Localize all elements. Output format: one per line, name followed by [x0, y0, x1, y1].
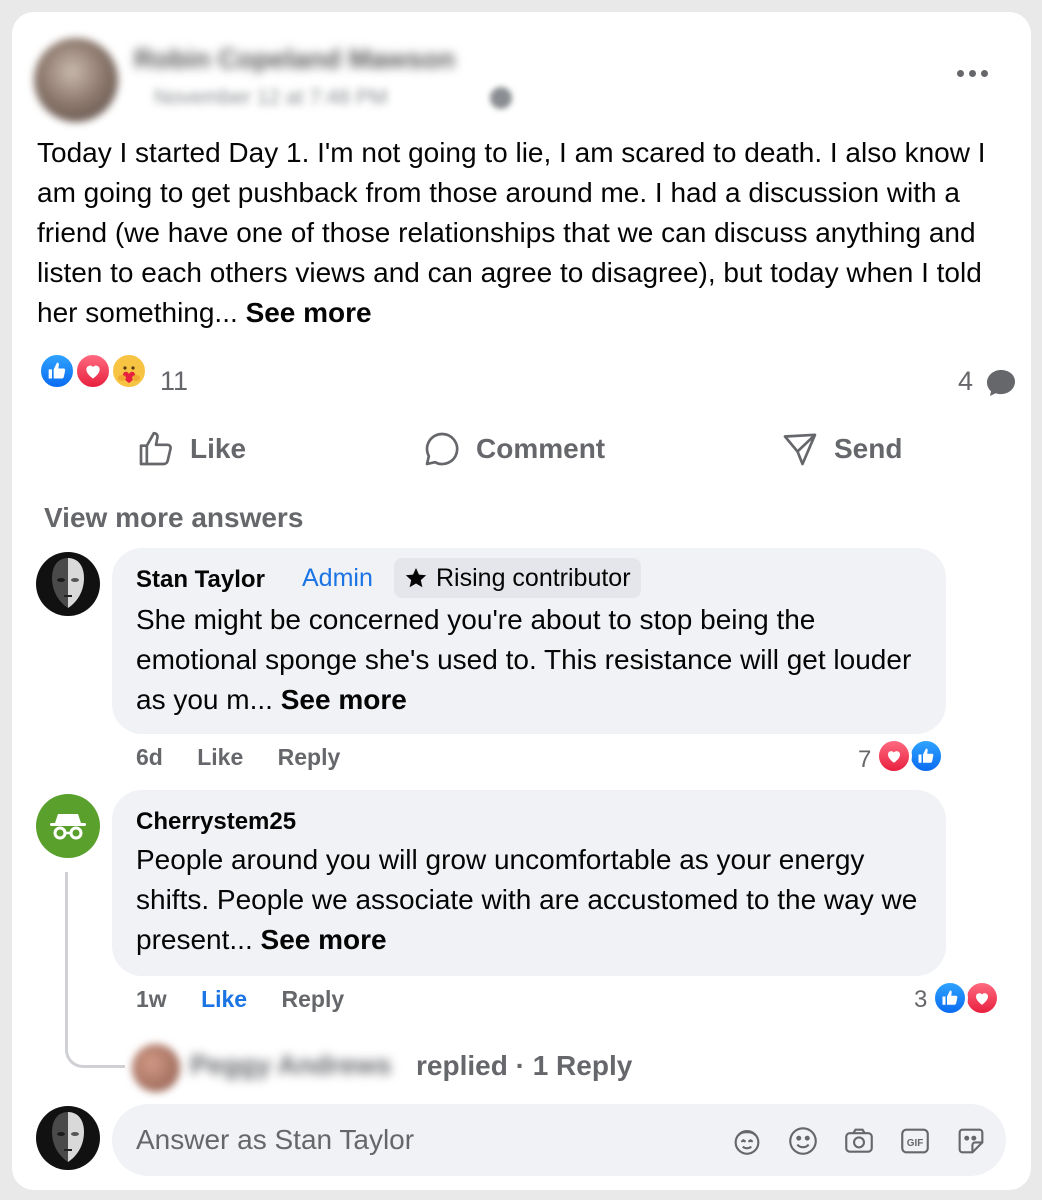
answer-input[interactable] — [136, 1104, 696, 1176]
comment-button-label: Comment — [476, 433, 606, 464]
post-text: Today I started Day 1. I'm not going to … — [37, 133, 1012, 333]
post-body: Today I started Day 1. I'm not going to … — [37, 137, 986, 328]
gif-icon[interactable]: GIF — [898, 1124, 932, 1158]
avatar-sticker-icon[interactable] — [730, 1124, 764, 1158]
comment-reply-button[interactable]: Reply — [278, 744, 341, 770]
incognito-icon — [50, 814, 86, 840]
like-button-label: Like — [190, 433, 247, 464]
replied-label: replied — [416, 1050, 508, 1081]
comment-reaction-count[interactable]: 3 — [914, 986, 927, 1014]
love-reaction-icon — [876, 738, 912, 774]
rising-contributor-badge[interactable]: Rising contributor — [394, 558, 641, 598]
like-reaction-icon — [908, 738, 944, 774]
camera-icon[interactable] — [842, 1124, 876, 1158]
love-reaction-icon — [964, 980, 1000, 1016]
comment-meta: 1w Like Reply — [136, 986, 344, 1013]
post-see-more-link[interactable]: See more — [246, 297, 372, 328]
send-icon — [783, 433, 817, 466]
dot-icon — [968, 69, 976, 77]
commenter-avatar-cherrystem25[interactable] — [36, 794, 100, 858]
author-avatar[interactable] — [34, 38, 118, 122]
reaction-count[interactable]: 11 — [160, 366, 188, 397]
dot-icon — [980, 69, 988, 77]
comment-icon — [425, 432, 459, 466]
comment-reactions[interactable] — [876, 738, 948, 776]
send-button-label: Send — [834, 433, 903, 464]
replies-separator: · — [507, 1050, 533, 1081]
comment-like-button-active[interactable]: Like — [201, 986, 247, 1012]
admin-label: Admin — [302, 564, 373, 592]
comment-meta: 6d Like Reply — [136, 744, 340, 771]
comment-composer: GIF — [112, 1104, 1006, 1176]
post-card: Robin Copeland Mawson November 12 at 7:4… — [12, 12, 1031, 1190]
emoji-icon[interactable] — [786, 1124, 820, 1158]
comment-like-button[interactable]: Like — [197, 744, 243, 770]
current-user-avatar[interactable] — [36, 1106, 100, 1170]
comment-reactions[interactable] — [932, 980, 1004, 1018]
commenter-name[interactable]: Stan Taylor — [136, 566, 265, 594]
star-icon — [405, 568, 427, 588]
like-button[interactable]: Like — [136, 422, 246, 476]
care-reaction-icon — [110, 352, 148, 390]
comment-reply-button[interactable]: Reply — [282, 986, 345, 1012]
comment-time[interactable]: 1w — [136, 986, 167, 1012]
comment-body: People around you will grow uncomfortabl… — [136, 844, 918, 955]
comment-bubble-icon[interactable] — [985, 368, 1017, 398]
sticker-icon[interactable] — [954, 1124, 988, 1158]
dot-icon — [956, 69, 964, 77]
comment-text: People around you will grow uncomfortabl… — [136, 840, 926, 960]
view-more-answers-link[interactable]: View more answers — [44, 502, 303, 534]
comment-time[interactable]: 6d — [136, 744, 163, 770]
commenter-name[interactable]: Cherrystem25 — [136, 808, 296, 836]
comment-button[interactable]: Comment — [422, 422, 605, 476]
svg-text:GIF: GIF — [907, 1138, 924, 1149]
love-reaction-icon — [74, 352, 112, 390]
comment-see-more-link[interactable]: See more — [261, 924, 387, 955]
comment-count[interactable]: 4 — [958, 366, 973, 397]
more-options-button[interactable] — [950, 62, 994, 84]
comment-text: She might be concerned you're about to s… — [136, 600, 926, 720]
comment-reaction-count[interactable]: 7 — [858, 746, 871, 774]
replies-summary[interactable]: replied · 1 Reply — [416, 1050, 632, 1082]
audience-globe-icon — [490, 87, 512, 109]
author-name[interactable]: Robin Copeland Mawson — [134, 44, 455, 75]
reaction-summary[interactable] — [38, 352, 156, 390]
view-replies-link[interactable]: 1 Reply — [533, 1050, 633, 1081]
badge-label: Rising contributor — [436, 563, 631, 592]
replier-name[interactable]: Peggy Andrews — [190, 1050, 392, 1081]
post-timestamp[interactable]: November 12 at 7:48 PM — [154, 86, 387, 110]
send-button[interactable]: Send — [780, 422, 902, 476]
like-reaction-icon — [38, 352, 76, 390]
thumbs-up-icon — [139, 431, 172, 466]
comment-see-more-link[interactable]: See more — [281, 684, 407, 715]
replier-avatar[interactable] — [132, 1044, 180, 1092]
comment-body: She might be concerned you're about to s… — [136, 604, 912, 715]
like-reaction-icon — [932, 980, 968, 1016]
commenter-avatar-stan-taylor[interactable] — [36, 552, 100, 616]
